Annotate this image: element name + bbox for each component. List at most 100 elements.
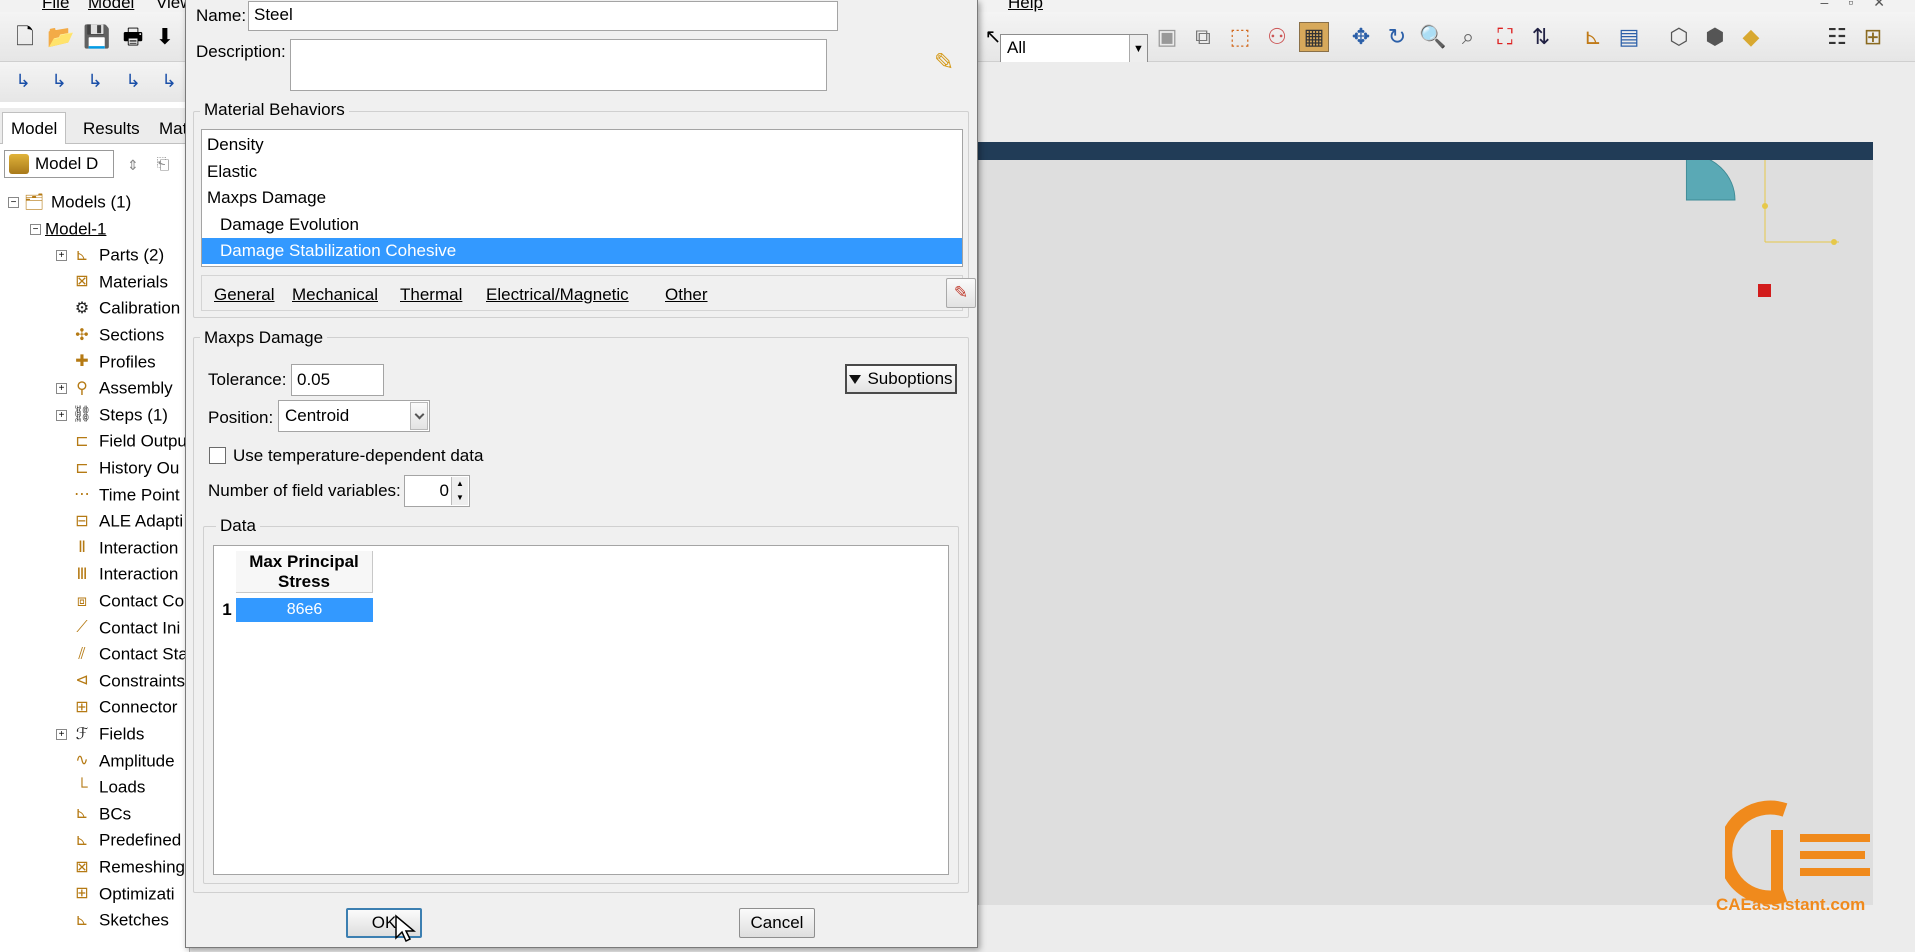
open-file-icon[interactable]: 📂 bbox=[46, 22, 76, 52]
zoom-icon[interactable]: 🔍 bbox=[1418, 22, 1448, 52]
delete-behavior-icon[interactable]: ✎ bbox=[946, 278, 976, 308]
tree-item[interactable]: ⊟ ALE Adapti bbox=[56, 510, 183, 534]
expand-icon[interactable]: + bbox=[56, 250, 67, 262]
data-table[interactable]: Max Principal Stress 1 86e6 bbox=[213, 545, 949, 875]
tree-item[interactable]: ⊞ Connector bbox=[56, 696, 177, 720]
tree-item[interactable]: ⟋ Contact Ini bbox=[56, 617, 180, 641]
select-cells-icon[interactable]: ▦ bbox=[1299, 22, 1329, 52]
zoom-box-icon[interactable]: ⌕ bbox=[1453, 22, 1483, 52]
field-variables-spinner[interactable]: 0 ▲ ▼ bbox=[404, 475, 470, 507]
print-icon[interactable]: 🖶 bbox=[118, 22, 148, 52]
tree-item[interactable]: ⊾ Sketches bbox=[56, 909, 169, 933]
tree-item[interactable]: ✚ Profiles bbox=[56, 351, 155, 375]
tree-item[interactable]: ⋯ Time Point bbox=[56, 484, 180, 508]
tree-item[interactable]: └ Loads bbox=[56, 776, 145, 800]
tree-item[interactable]: ⊠ Remeshing bbox=[56, 856, 185, 880]
save-icon[interactable]: 💾 bbox=[82, 22, 112, 52]
suboptions-button[interactable]: Suboptions bbox=[845, 364, 957, 394]
menu-help[interactable]: Help bbox=[1008, 0, 1043, 12]
csys-xy-icon[interactable]: ↳ bbox=[8, 66, 38, 96]
tree-item[interactable]: ⧈ Contact Co bbox=[56, 590, 184, 614]
behaviors-list[interactable]: Density Elastic Maxps Damage Damage Evoluti… bbox=[201, 129, 963, 267]
behavior-item[interactable]: Density bbox=[202, 132, 962, 158]
collapse-icon[interactable]: − bbox=[8, 197, 19, 209]
spin-down-icon[interactable]: ▼ bbox=[452, 491, 468, 505]
drag-select-icon[interactable]: ⬚ bbox=[1225, 22, 1255, 52]
csys-zx-icon[interactable]: ↳ bbox=[80, 66, 110, 96]
select-box-icon[interactable]: ⧉ bbox=[1188, 22, 1218, 52]
viewport[interactable]: Y bbox=[978, 144, 1873, 905]
position-select[interactable]: Centroid bbox=[278, 400, 430, 432]
import-icon[interactable]: ⬇ bbox=[150, 22, 180, 52]
model-database-select[interactable]: Model D bbox=[4, 150, 114, 178]
select-nodes-icon[interactable]: ⚇ bbox=[1262, 22, 1292, 52]
tree-item[interactable]: − 🗂 Models (1) bbox=[8, 191, 131, 215]
view-manager-icon[interactable]: ▤ bbox=[1614, 22, 1644, 52]
tree-item[interactable]: ⊠ Materials bbox=[56, 271, 168, 295]
tree-item[interactable]: ⊏ History Ou bbox=[56, 457, 179, 481]
new-file-icon[interactable]: 🗋 bbox=[10, 22, 40, 52]
window-controls[interactable]: –▫✕ bbox=[1821, 0, 1905, 11]
menu-other[interactable]: Other bbox=[665, 285, 708, 305]
tree-filter-icon[interactable]: ⎗ bbox=[148, 150, 178, 180]
views-icon[interactable]: ⊾ bbox=[1578, 22, 1608, 52]
tree-item[interactable]: + ⛓ Steps (1) bbox=[56, 404, 168, 428]
csys-yz-icon[interactable]: ↳ bbox=[44, 66, 74, 96]
tree-updown-icon[interactable]: ⇕ bbox=[118, 150, 148, 180]
tree-item[interactable]: ⊏ Field Outpu bbox=[56, 430, 187, 454]
menu-general[interactable]: General bbox=[214, 285, 274, 305]
tree-item[interactable]: + ℱ Fields bbox=[56, 723, 144, 747]
selection-options-icon[interactable]: ▣ bbox=[1152, 22, 1182, 52]
csys-yx-icon[interactable]: ↳ bbox=[154, 66, 184, 96]
tree-item[interactable]: + ⊾ Parts (2) bbox=[56, 244, 164, 268]
tree-item[interactable]: ⊞ Optimizati bbox=[56, 883, 174, 907]
menu-mechanical[interactable]: Mechanical bbox=[292, 285, 378, 305]
menu-model[interactable]: Model bbox=[88, 0, 134, 12]
behavior-item[interactable]: Elastic bbox=[202, 159, 962, 185]
expand-icon[interactable]: + bbox=[56, 729, 67, 741]
edit-description-pencil-icon[interactable]: ✎ bbox=[934, 48, 954, 77]
tab-model[interactable]: Model bbox=[2, 112, 67, 144]
menu-thermal[interactable]: Thermal bbox=[400, 285, 462, 305]
tree-item[interactable]: ⊾ Predefined bbox=[56, 829, 181, 853]
collapse-icon[interactable]: − bbox=[30, 223, 41, 235]
tree-item[interactable]: Ⅱ Interaction bbox=[56, 537, 178, 561]
tree-item[interactable]: ⊲ Constraints bbox=[56, 670, 185, 694]
expand-icon[interactable]: + bbox=[56, 409, 67, 421]
column-header-max-principal-stress[interactable]: Max Principal Stress bbox=[236, 551, 373, 593]
fit-view-icon[interactable]: ⛶ bbox=[1490, 22, 1520, 52]
tree-item[interactable]: ⫽ Contact Sta bbox=[56, 643, 187, 667]
hidden-line-icon[interactable]: ⬢ bbox=[1700, 22, 1730, 52]
temperature-dependent-checkbox[interactable] bbox=[209, 447, 226, 464]
tree-item[interactable]: ∿ Amplitude bbox=[56, 750, 174, 774]
cancel-button[interactable]: Cancel bbox=[739, 908, 815, 938]
row-header[interactable]: 1 bbox=[219, 598, 235, 622]
spin-up-icon[interactable]: ▲ bbox=[452, 477, 468, 491]
csys-zy-icon[interactable]: ↳ bbox=[118, 66, 148, 96]
cycle-views-icon[interactable]: ⇅ bbox=[1526, 22, 1556, 52]
tree-item[interactable]: ⚙ Calibration bbox=[56, 297, 180, 321]
menu-file[interactable]: File bbox=[42, 0, 69, 12]
selection-filter-select[interactable]: All ▼ bbox=[1000, 34, 1148, 64]
tree-item[interactable]: − Model-1 bbox=[30, 218, 106, 242]
table-cell-max-principal-stress[interactable]: 86e6 bbox=[236, 598, 373, 622]
tree-item[interactable]: + ⚲ Assembly bbox=[56, 377, 173, 401]
pan-icon[interactable]: ✥ bbox=[1346, 22, 1376, 52]
tab-results[interactable]: Results bbox=[74, 112, 149, 144]
rotate-icon[interactable]: ↻ bbox=[1382, 22, 1412, 52]
expand-icon[interactable]: + bbox=[56, 383, 67, 395]
behavior-item[interactable]: Damage Stabilization Cohesive bbox=[202, 238, 962, 265]
behavior-item[interactable]: Maxps Damage bbox=[202, 185, 962, 211]
name-input[interactable]: Steel bbox=[248, 1, 838, 31]
menu-electrical-magnetic[interactable]: Electrical/Magnetic bbox=[486, 285, 629, 305]
ladder-icon[interactable]: ⊞ bbox=[1858, 22, 1888, 52]
mesh-tool-icon[interactable]: ☷ bbox=[1822, 22, 1852, 52]
tree-item[interactable]: Ⅲ Interaction bbox=[56, 563, 178, 587]
tree-item[interactable]: ✣ Sections bbox=[56, 324, 164, 348]
wireframe-icon[interactable]: ⬡ bbox=[1664, 22, 1694, 52]
tree-item[interactable]: ⊾ BCs bbox=[56, 803, 131, 827]
shaded-icon[interactable]: ◆ bbox=[1736, 22, 1766, 52]
description-input[interactable] bbox=[290, 39, 827, 91]
behavior-item[interactable]: Damage Evolution bbox=[202, 212, 962, 238]
tolerance-input[interactable]: 0.05 bbox=[291, 364, 384, 396]
